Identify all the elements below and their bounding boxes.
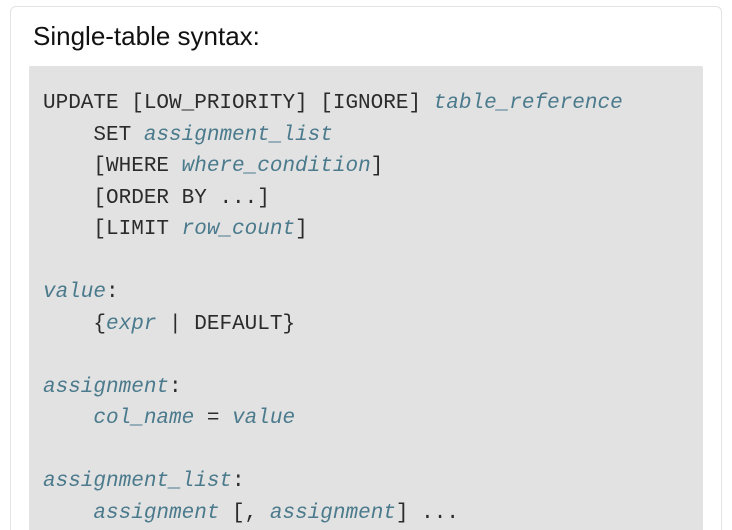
code-text: :	[106, 281, 119, 304]
code-text: ] ...	[396, 502, 459, 525]
code-placeholder: assignment	[43, 376, 169, 399]
code-placeholder: value	[43, 281, 106, 304]
code-text: UPDATE [LOW_PRIORITY] [IGNORE]	[43, 92, 434, 115]
code-indent	[43, 187, 93, 210]
code-placeholder: row_count	[182, 218, 295, 241]
code-placeholder: assignment	[93, 502, 219, 525]
code-text: | DEFAULT}	[156, 313, 295, 336]
code-indent	[43, 155, 93, 178]
code-placeholder: table_reference	[434, 92, 623, 115]
code-placeholder: assignment_list	[43, 470, 232, 493]
code-text: {	[93, 313, 106, 336]
code-text: ]	[295, 218, 308, 241]
code-placeholder: assignment	[270, 502, 396, 525]
code-indent	[43, 407, 93, 430]
code-placeholder: expr	[106, 313, 156, 336]
code-text: :	[169, 376, 182, 399]
code-text: SET	[93, 124, 143, 147]
code-placeholder: assignment_list	[144, 124, 333, 147]
code-text: [LIMIT	[93, 218, 181, 241]
code-text: :	[232, 470, 245, 493]
syntax-card: Single-table syntax: UPDATE [LOW_PRIORIT…	[10, 6, 722, 530]
code-block: UPDATE [LOW_PRIORITY] [IGNORE] table_ref…	[29, 66, 703, 530]
code-indent	[43, 502, 93, 525]
code-text: =	[194, 407, 232, 430]
code-indent	[43, 313, 93, 336]
section-title: Single-table syntax:	[33, 21, 703, 52]
code-text: [WHERE	[93, 155, 181, 178]
code-text: [ORDER BY ...]	[93, 187, 269, 210]
code-indent	[43, 218, 93, 241]
code-indent	[43, 124, 93, 147]
code-text: ]	[371, 155, 384, 178]
code-placeholder: where_condition	[182, 155, 371, 178]
code-placeholder: value	[232, 407, 295, 430]
code-text: [,	[219, 502, 269, 525]
code-placeholder: col_name	[93, 407, 194, 430]
